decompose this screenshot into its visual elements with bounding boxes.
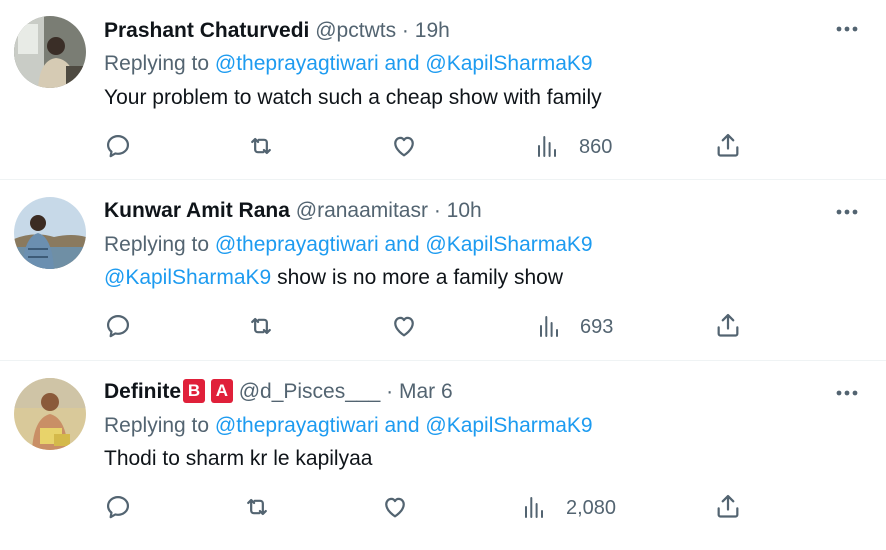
tweet[interactable]: Kunwar Amit Rana @ranaamitasr · 10h Repl… [0, 180, 886, 361]
share-icon[interactable] [714, 311, 742, 339]
reply-icon[interactable] [104, 312, 132, 340]
action-bar: 860 [0, 0, 886, 179]
retweet-icon[interactable] [247, 132, 275, 160]
retweet-icon[interactable] [247, 312, 275, 340]
share-icon[interactable] [714, 492, 742, 520]
reply-icon[interactable] [104, 493, 132, 521]
action-bar: 2,080 [0, 361, 886, 550]
reply-icon[interactable] [104, 132, 132, 160]
view-count: 860 [579, 136, 613, 158]
tweet[interactable]: Prashant Chaturvedi @pctwts · 19h Replyi… [0, 0, 886, 180]
views-icon[interactable] [535, 134, 559, 158]
like-icon[interactable] [381, 493, 409, 521]
view-count: 2,080 [566, 497, 617, 519]
like-icon[interactable] [390, 132, 418, 160]
tweet[interactable]: Definite B A @d_Pisces___ · Mar 6 Replyin… [0, 361, 886, 550]
share-icon[interactable] [714, 131, 742, 159]
view-count: 693 [580, 316, 614, 338]
views-icon[interactable] [522, 495, 546, 519]
like-icon[interactable] [390, 312, 418, 340]
action-bar: 693 [0, 180, 886, 360]
retweet-icon[interactable] [243, 493, 271, 521]
views-icon[interactable] [537, 314, 561, 338]
